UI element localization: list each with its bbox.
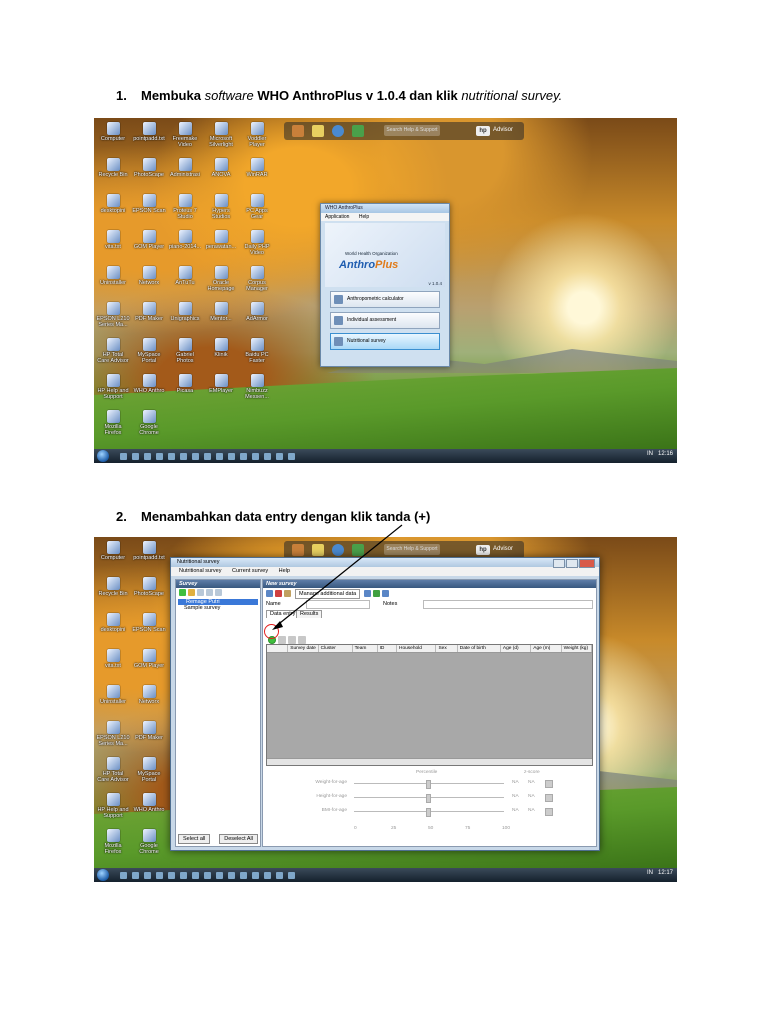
annotation-arrow (272, 524, 403, 630)
